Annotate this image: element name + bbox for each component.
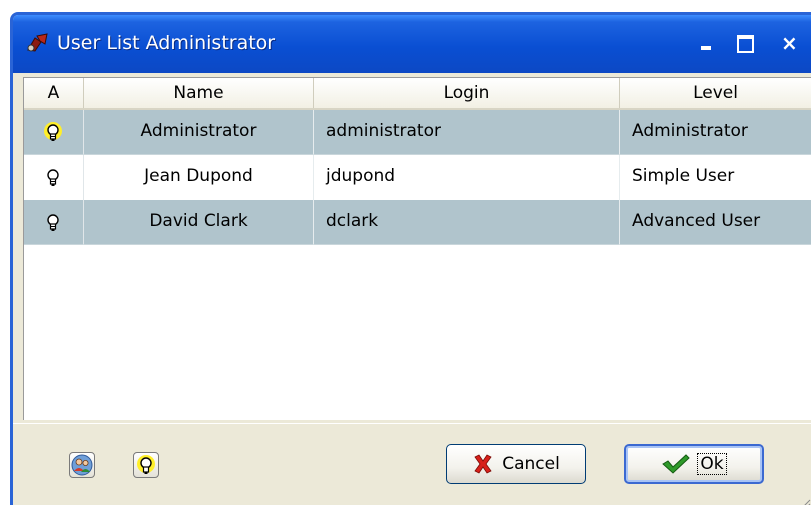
title-bar[interactable]: User List Administrator × [13,15,811,73]
user-name: Jean Dupond [84,155,314,200]
user-level: Advanced User [620,200,811,245]
ok-label: Ok [697,453,727,475]
user-list-window: User List Administrator × A Name Login L… [10,12,811,505]
cancel-label: Cancel [502,454,560,474]
user-login: jdupond [314,155,620,200]
table-row[interactable]: Administrator administrator Administrato… [24,110,811,155]
admin-app-icon [27,33,48,52]
checkmark-icon [662,454,691,474]
cancel-x-icon [474,454,492,474]
lightbulb-icon [137,455,155,474]
users-icon [71,454,93,476]
active-cell[interactable] [24,110,84,155]
lightbulb-off-icon [47,169,59,186]
active-cell[interactable] [24,200,84,245]
button-bar: Cancel Ok [13,423,811,505]
column-header-name[interactable]: Name [84,78,314,108]
minimize-icon[interactable] [697,33,719,53]
resize-grip-icon[interactable] [799,497,811,505]
column-header-login[interactable]: Login [314,78,620,108]
column-header-active[interactable]: A [24,78,84,108]
user-level: Administrator [620,110,811,155]
column-header-level[interactable]: Level [620,78,811,108]
user-login: dclark [314,200,620,245]
manage-users-button[interactable] [69,452,95,478]
table-row[interactable]: David Clark dclark Advanced User [24,200,811,245]
user-level: Simple User [632,166,735,186]
close-icon[interactable]: × [781,33,803,53]
table-header: A Name Login Level [24,78,811,110]
maximize-icon[interactable] [735,33,757,53]
window-title: User List Administrator [57,32,276,54]
user-name: Administrator [84,110,314,155]
table-row[interactable]: Jean Dupond jdupond Simple User [24,155,811,200]
user-login: administrator [314,110,620,155]
user-name: David Clark [84,200,314,245]
ok-button[interactable]: Ok [624,444,764,484]
activate-user-button[interactable] [133,452,159,478]
active-cell[interactable] [24,155,84,200]
user-list-table[interactable]: A Name Login Level Administrator adminis… [23,77,811,420]
lightbulb-off-icon [47,214,59,231]
lightbulb-on-icon [44,122,62,141]
cancel-button[interactable]: Cancel [446,444,586,484]
